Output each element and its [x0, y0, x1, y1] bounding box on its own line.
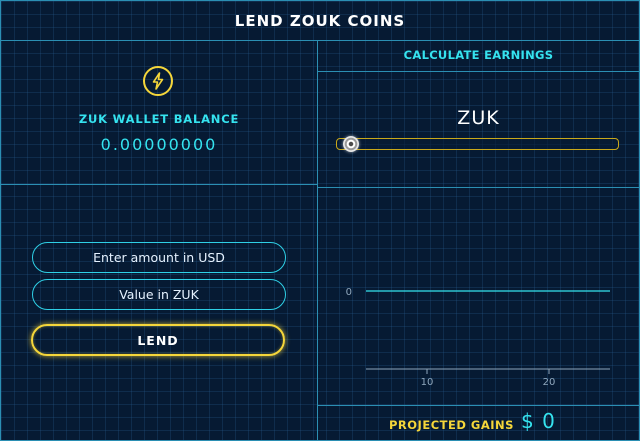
- calculate-earnings-title: CALCULATE EARNINGS: [403, 48, 554, 62]
- zuk-value-input[interactable]: [32, 279, 286, 310]
- page-title: LEND ZOUK COINS: [234, 11, 406, 30]
- earnings-chart-svg: 10 20 0: [346, 287, 610, 388]
- lend-button[interactable]: LEND: [31, 324, 285, 356]
- slider-thumb[interactable]: [343, 136, 359, 152]
- title-bar: LEND ZOUK COINS: [1, 1, 639, 41]
- lend-app: LEND ZOUK COINS ZUK WALLET BALANCE 0.000…: [0, 0, 640, 441]
- y-tick-label: 0: [346, 287, 352, 298]
- left-section-divider: [1, 184, 317, 185]
- projected-gains-label: PROJECTED GAINS: [389, 418, 514, 432]
- projected-gains-value: $ 0: [521, 409, 556, 433]
- calc-header-divider: [318, 71, 639, 72]
- usd-amount-input[interactable]: [32, 242, 286, 273]
- wallet-balance-value: 0.00000000: [100, 135, 218, 154]
- gains-section-divider: [318, 405, 639, 406]
- currency-label: ZUK: [457, 107, 500, 129]
- lightning-bolt-icon: [143, 66, 173, 96]
- wallet-balance-label: ZUK WALLET BALANCE: [78, 112, 240, 126]
- x-tick-label: 20: [543, 377, 556, 388]
- zuk-amount-slider[interactable]: [336, 138, 619, 150]
- earnings-chart: 10 20 0: [318, 188, 639, 405]
- x-tick-label: 10: [421, 377, 434, 388]
